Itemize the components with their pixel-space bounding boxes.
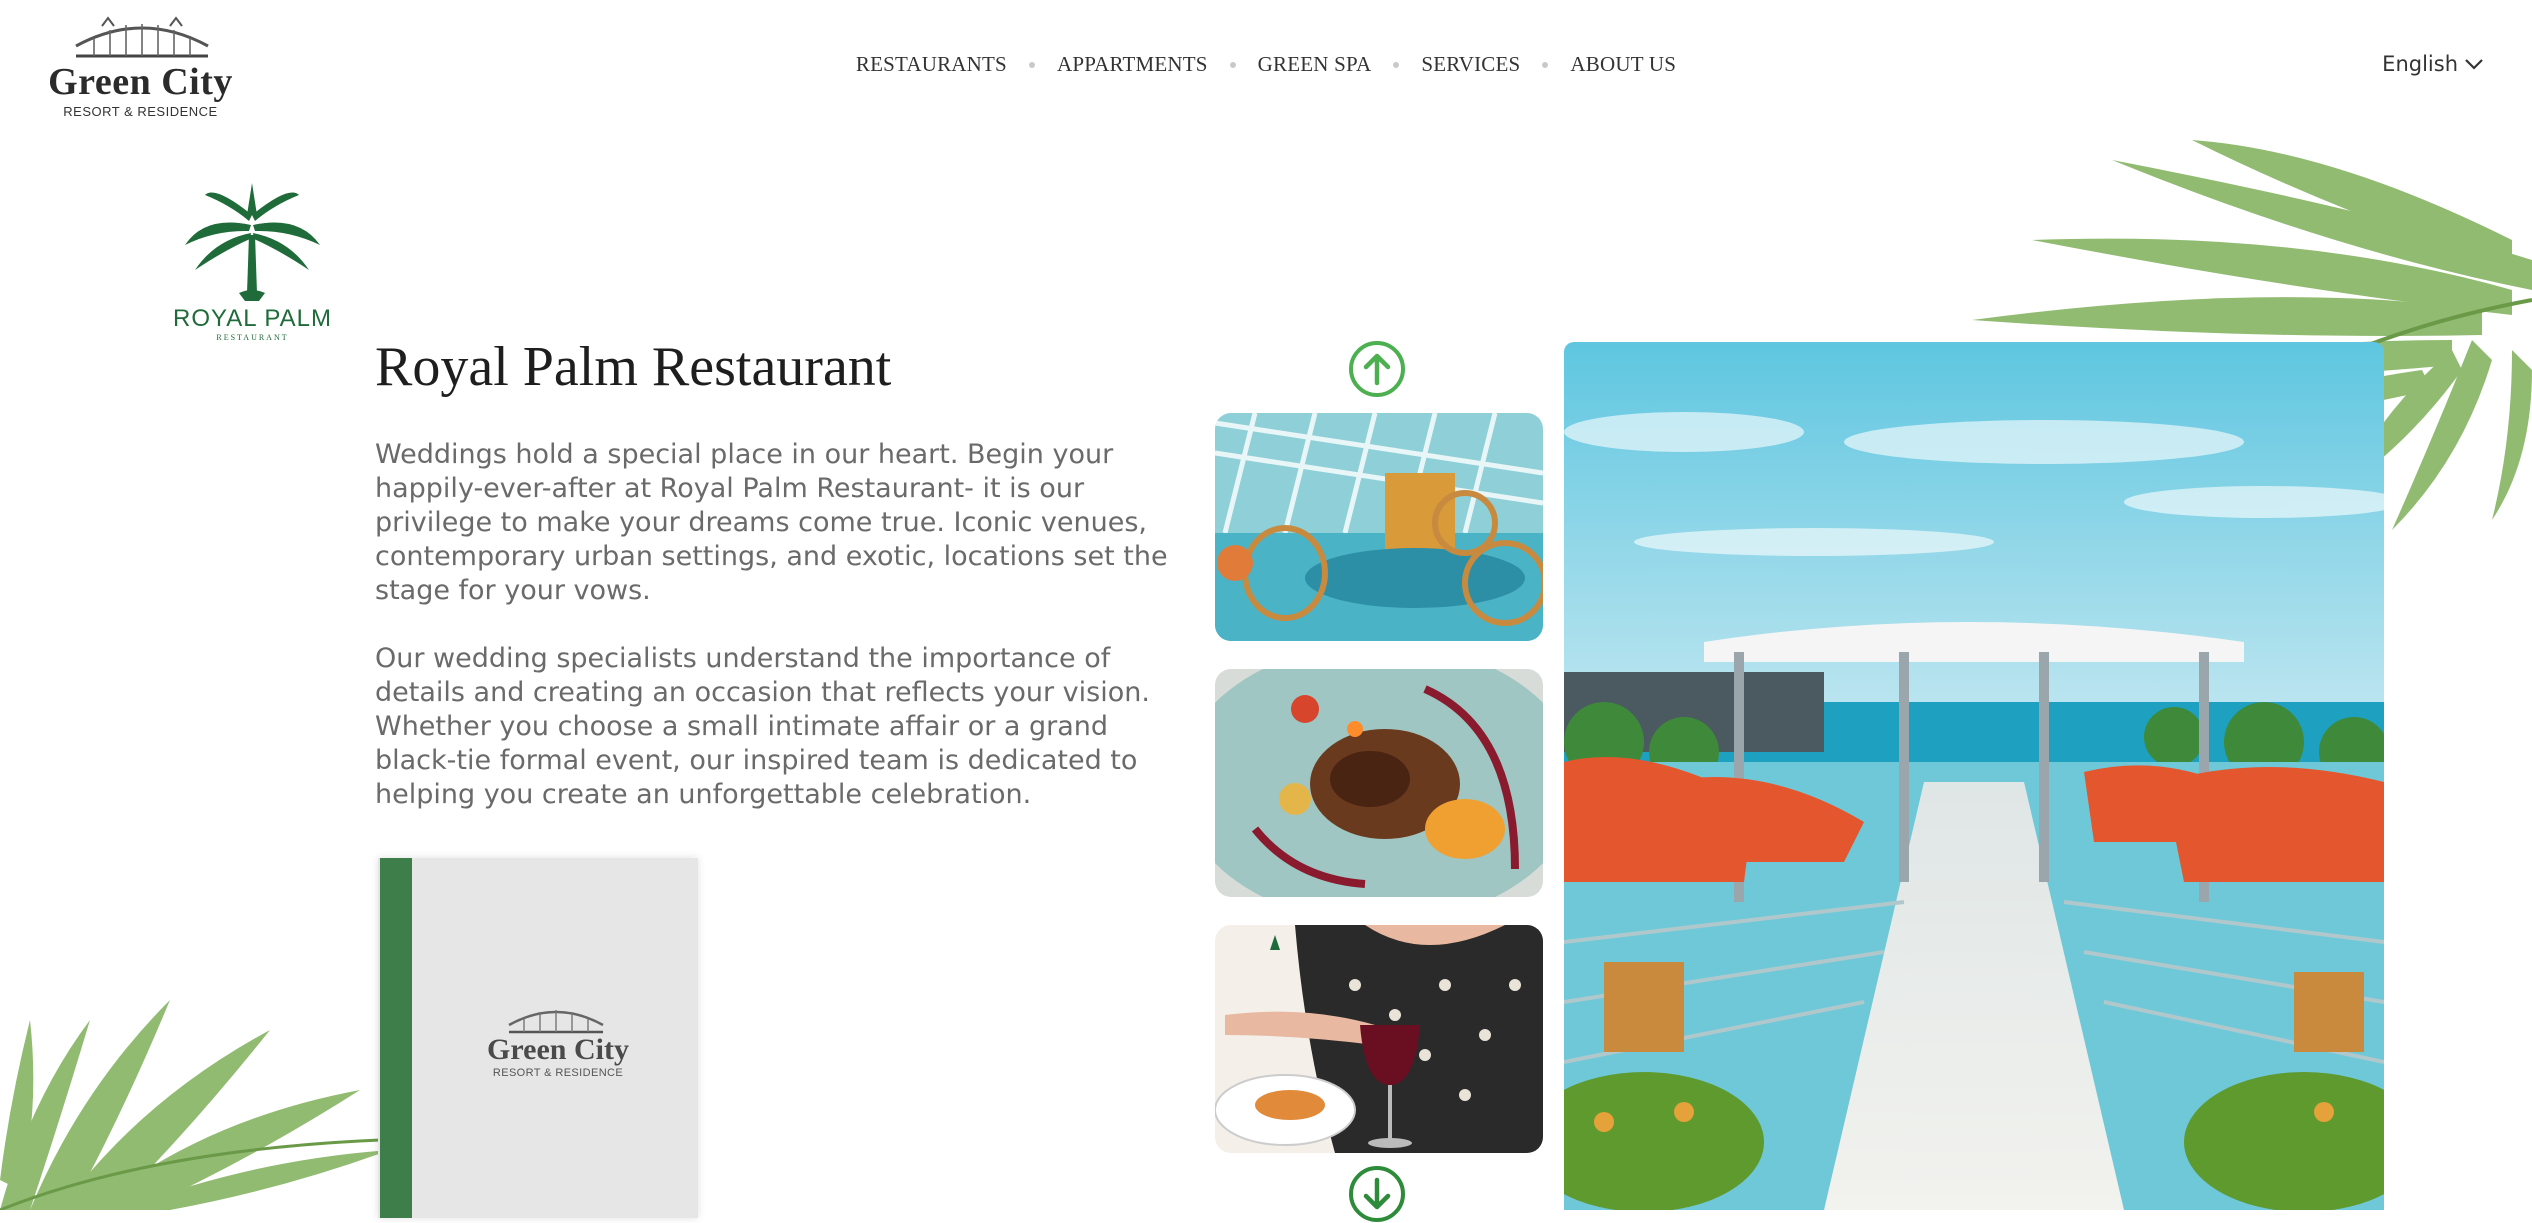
main-nav: RESTAURANTS APPARTMENTS GREEN SPA SERVIC… xyxy=(0,52,2532,77)
woman-dining-photo xyxy=(1215,925,1543,1153)
intro-paragraph: Weddings hold a special place in our hea… xyxy=(375,439,1168,606)
book-spine xyxy=(380,858,412,1218)
nav-restaurants[interactable]: RESTAURANTS xyxy=(856,52,1007,77)
royal-palm-name: ROYAL PALM xyxy=(173,305,332,332)
wedding-venue-photo xyxy=(1564,342,2384,1210)
plated-food-photo xyxy=(1215,669,1543,897)
nav-appartments[interactable]: APPARTMENTS xyxy=(1057,52,1208,77)
nav-separator xyxy=(1229,61,1236,68)
palm-leaf-decoration xyxy=(0,1000,390,1210)
bridge-logo-icon xyxy=(508,1010,604,1034)
main-venue-photo[interactable] xyxy=(1564,342,2384,1210)
nav-separator xyxy=(1028,61,1035,68)
gallery-thumbnail[interactable] xyxy=(1215,413,1543,641)
gallery-thumbnail[interactable] xyxy=(1215,669,1543,897)
royal-palm-logo: ROYAL PALM RESTAURANT xyxy=(170,175,335,345)
royal-palm-sub: RESTAURANT xyxy=(216,333,289,342)
nav-separator xyxy=(1542,61,1549,68)
nav-separator xyxy=(1393,61,1400,68)
book-brand-subtitle: RESORT & RESIDENCE xyxy=(492,1067,624,1079)
language-label: English xyxy=(2382,52,2458,76)
arrow-up-circle-icon[interactable] xyxy=(1348,340,1406,398)
nav-services[interactable]: SERVICES xyxy=(1421,52,1520,77)
menu-book-image[interactable]: Green City RESORT & RESIDENCE xyxy=(378,858,698,1218)
gallery-thumbnail[interactable] xyxy=(1215,925,1543,1153)
arrow-down-circle-icon[interactable] xyxy=(1348,1165,1406,1223)
chevron-down-icon xyxy=(2465,59,2483,70)
brand-subtitle: RESORT & RESIDENCE xyxy=(63,104,218,119)
book-brand-name: Green City xyxy=(487,1033,629,1066)
palm-tree-icon xyxy=(185,183,320,301)
details-paragraph: Our wedding specialists understand the i… xyxy=(375,643,1150,810)
nav-about-us[interactable]: ABOUT US xyxy=(1570,52,1676,77)
page-title: Royal Palm Restaurant xyxy=(375,336,892,398)
language-selector[interactable]: English xyxy=(2382,52,2484,76)
nav-green-spa[interactable]: GREEN SPA xyxy=(1258,52,1372,77)
terrace-dining-photo xyxy=(1215,413,1543,641)
book-logo: Green City RESORT & RESIDENCE xyxy=(468,1003,648,1093)
